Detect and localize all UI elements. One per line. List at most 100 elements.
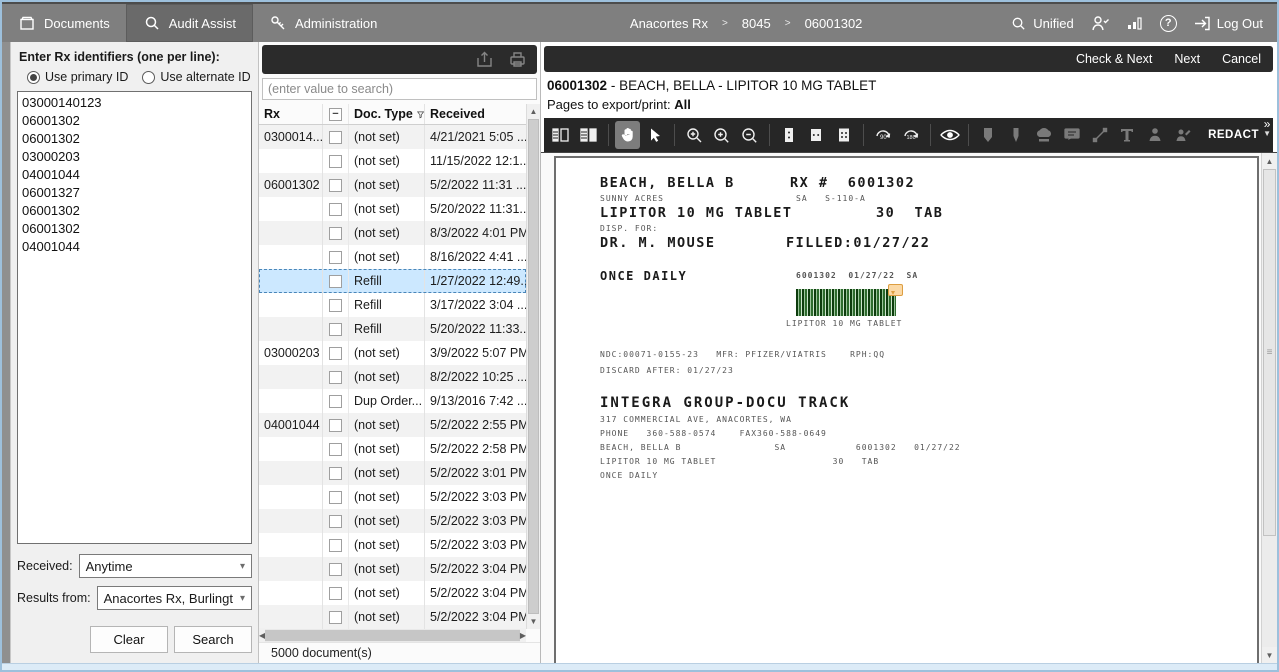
breadcrumb-item-pharmacy[interactable]: Anacortes Rx [630, 16, 708, 31]
view-mode-eye-icon[interactable] [937, 121, 963, 149]
row-checkbox[interactable] [323, 365, 349, 389]
table-row[interactable]: 04001044 (not set) 5/2/2022 2:55 PM [259, 413, 526, 437]
scrollbar-thumb[interactable] [265, 630, 520, 641]
table-row[interactable]: 03000203 (not set) 3/9/2022 5:07 PM [259, 341, 526, 365]
stamp-icon[interactable] [1031, 121, 1057, 149]
pages-value[interactable]: All [674, 97, 691, 112]
pan-tool-icon[interactable] [615, 121, 641, 149]
clear-button[interactable]: Clear [90, 626, 168, 653]
check-and-next-button[interactable]: Check & Next [1076, 52, 1152, 66]
column-header-doc-type[interactable]: Doc. Type [349, 104, 425, 124]
stats-icon[interactable] [1126, 15, 1144, 32]
row-checkbox[interactable] [323, 125, 349, 149]
table-row[interactable]: (not set) 8/2/2022 10:25 ... [259, 365, 526, 389]
row-checkbox[interactable] [323, 557, 349, 581]
print-icon[interactable] [508, 50, 527, 69]
tab-administration[interactable]: Administration [253, 4, 393, 42]
filter-icon[interactable] [417, 109, 424, 120]
scroll-up-icon[interactable]: ▲ [1262, 153, 1277, 169]
row-checkbox[interactable] [323, 245, 349, 269]
user-check-icon[interactable] [1090, 15, 1110, 32]
unified-search-button[interactable]: Unified [1010, 15, 1073, 32]
row-checkbox[interactable] [323, 485, 349, 509]
list-search-input[interactable] [262, 78, 537, 100]
thumbnail-pane-right-icon[interactable] [576, 121, 602, 149]
line-icon[interactable] [1087, 121, 1113, 149]
row-checkbox[interactable] [323, 533, 349, 557]
table-vertical-scrollbar[interactable]: ▲ ▼ [526, 104, 540, 629]
row-checkbox[interactable] [323, 389, 349, 413]
cancel-button[interactable]: Cancel [1222, 52, 1261, 66]
row-checkbox[interactable] [323, 317, 349, 341]
row-checkbox[interactable] [323, 509, 349, 533]
help-icon[interactable]: ? [1160, 15, 1177, 32]
redact-button[interactable]: REDACT [1198, 129, 1269, 141]
text-annotation-icon[interactable] [1115, 121, 1141, 149]
scrollbar-track[interactable] [1262, 536, 1277, 647]
page-fit-window-icon[interactable] [831, 121, 857, 149]
zoom-marquee-icon[interactable] [681, 121, 707, 149]
zoom-out-icon[interactable] [737, 121, 763, 149]
document-page[interactable]: BEACH, BELLA BRX # 6001302 SUNNY ACRESSA… [554, 156, 1259, 663]
toolbar-overflow-control[interactable]: » ▼ [1263, 119, 1271, 139]
select-all-checkbox[interactable]: − [323, 104, 349, 124]
table-row[interactable]: (not set) 5/2/2022 3:04 PM [259, 581, 526, 605]
scroll-down-icon[interactable]: ▼ [527, 614, 540, 629]
rotate-180-icon[interactable]: 180 [898, 121, 924, 149]
row-checkbox[interactable] [323, 341, 349, 365]
table-row[interactable]: (not set) 11/15/2022 12:1... [259, 149, 526, 173]
row-checkbox[interactable] [323, 605, 349, 629]
results-from-dropdown[interactable]: Anacortes Rx, Burlingt ▾ [97, 586, 252, 610]
table-row[interactable]: Refill 1/27/2022 12:49... [259, 269, 526, 293]
column-header-received[interactable]: Received [425, 104, 526, 124]
row-checkbox[interactable] [323, 173, 349, 197]
table-row[interactable]: (not set) 5/2/2022 3:04 PM [259, 605, 526, 629]
radio-alternate-id[interactable]: Use alternate ID [142, 70, 250, 84]
row-checkbox[interactable] [323, 221, 349, 245]
row-checkbox[interactable] [323, 293, 349, 317]
signature-stamp-icon[interactable] [1142, 121, 1168, 149]
breadcrumb-item-rx[interactable]: 06001302 [805, 16, 863, 31]
table-row[interactable]: Dup Order... 9/13/2016 7:42 ... [259, 389, 526, 413]
tab-audit-assist[interactable]: Audit Assist [126, 4, 253, 42]
table-row[interactable]: (not set) 8/16/2022 4:41 ... [259, 245, 526, 269]
viewer-vertical-scrollbar[interactable]: ▲ ▼ [1261, 153, 1277, 663]
row-checkbox[interactable] [323, 413, 349, 437]
table-horizontal-scrollbar[interactable]: ◀ ▶ [259, 629, 526, 642]
scroll-up-icon[interactable]: ▲ [527, 104, 540, 119]
table-row[interactable]: (not set) 5/20/2022 11:31... [259, 197, 526, 221]
rx-identifiers-input[interactable]: 03000140123 06001302 06001302 03000203 0… [17, 91, 252, 544]
row-checkbox[interactable] [323, 461, 349, 485]
export-icon[interactable] [475, 50, 494, 69]
column-header-rx[interactable]: Rx [259, 104, 323, 124]
zoom-in-icon[interactable] [709, 121, 735, 149]
table-row[interactable]: 06001302 (not set) 5/2/2022 11:31 ... [259, 173, 526, 197]
note-icon[interactable] [1059, 121, 1085, 149]
page-fit-height-icon[interactable] [776, 121, 802, 149]
search-button[interactable]: Search [174, 626, 252, 653]
select-tool-icon[interactable] [642, 121, 668, 149]
rotate-90-icon[interactable]: 90 [870, 121, 896, 149]
scrollbar-thumb[interactable] [528, 119, 539, 614]
table-row[interactable]: (not set) 5/2/2022 3:04 PM [259, 557, 526, 581]
annotation-note-icon[interactable] [888, 284, 903, 296]
page-fit-width-icon[interactable] [803, 121, 829, 149]
table-row[interactable]: (not set) 5/2/2022 3:01 PM [259, 461, 526, 485]
next-button[interactable]: Next [1174, 52, 1200, 66]
breadcrumb-item-batch[interactable]: 8045 [742, 16, 771, 31]
row-checkbox[interactable] [323, 149, 349, 173]
approval-stamp-icon[interactable] [1170, 121, 1196, 149]
radio-primary-id[interactable]: Use primary ID [27, 70, 128, 84]
highlighter-icon[interactable] [975, 121, 1001, 149]
tab-documents[interactable]: Documents [2, 4, 126, 42]
scroll-right-icon[interactable]: ▶ [520, 628, 526, 643]
logout-button[interactable]: Log Out [1193, 15, 1263, 32]
thumbnail-pane-left-icon[interactable] [548, 121, 574, 149]
table-row[interactable]: Refill 5/20/2022 11:33... [259, 317, 526, 341]
table-row[interactable]: (not set) 5/2/2022 2:58 PM [259, 437, 526, 461]
row-checkbox[interactable] [323, 437, 349, 461]
row-checkbox[interactable] [323, 197, 349, 221]
scroll-down-icon[interactable]: ▼ [1262, 647, 1277, 663]
table-row[interactable]: (not set) 8/3/2022 4:01 PM [259, 221, 526, 245]
row-checkbox[interactable] [323, 269, 349, 293]
